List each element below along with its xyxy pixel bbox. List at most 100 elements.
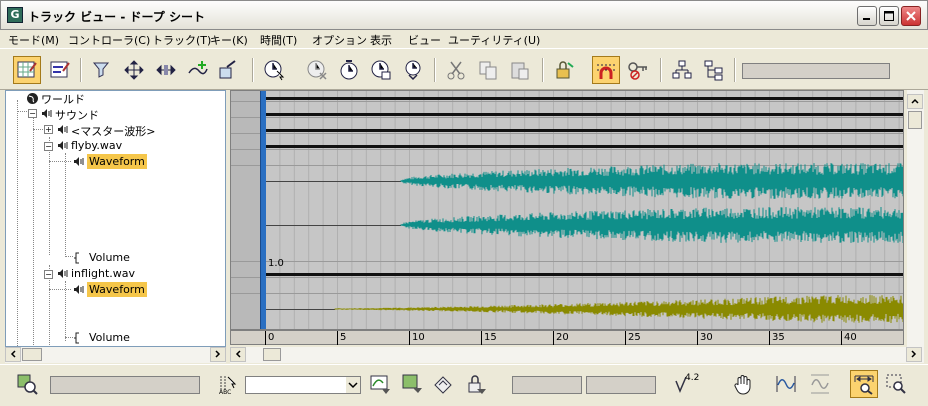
speaker-icon — [74, 157, 84, 166]
add-keys-button[interactable] — [184, 56, 212, 84]
menu-track[interactable]: トラック(T) — [152, 32, 211, 48]
expand-toggle[interactable]: + — [44, 125, 53, 134]
snap-frames-button[interactable] — [592, 56, 620, 84]
collapse-toggle[interactable]: − — [28, 109, 37, 118]
scroll-right-button[interactable] — [210, 347, 226, 362]
scroll-left-button[interactable] — [5, 347, 21, 362]
bottom-toolbar: ABC 4.2 — [0, 364, 928, 406]
tree-item-label: inflight.wav — [71, 267, 136, 280]
cut-button[interactable] — [442, 56, 470, 84]
collapse-toggle[interactable]: − — [44, 270, 53, 279]
slide-keys-button[interactable] — [152, 56, 180, 84]
lock-key-button[interactable] — [624, 56, 652, 84]
track-selection-dropdown[interactable] — [245, 376, 361, 394]
collapse-tree-button[interactable] — [700, 56, 728, 84]
globe-icon — [27, 93, 38, 104]
toolbar-separator — [734, 58, 736, 82]
graph-horizontal-scrollbar[interactable] — [230, 347, 924, 363]
tree-item-label: Waveform — [87, 154, 147, 169]
filters-button[interactable] — [88, 56, 116, 84]
menu-mode[interactable]: モード(M) — [8, 32, 59, 48]
lock-selection-button[interactable] — [550, 56, 578, 84]
track-range-bar[interactable] — [265, 97, 904, 100]
tick-label: 30 — [700, 332, 713, 343]
filter-keys-button[interactable] — [430, 370, 458, 398]
key-time-field[interactable] — [512, 376, 582, 394]
vertical-scrollbar[interactable] — [907, 90, 924, 347]
select-time-button[interactable] — [260, 56, 288, 84]
scroll-thumb[interactable] — [22, 348, 42, 361]
edit-track-name-button[interactable]: ABC — [214, 370, 242, 398]
key-value-readout-button[interactable]: 4.2 — [670, 370, 700, 398]
edit-keys-button[interactable] — [13, 56, 41, 84]
filter-curve-button[interactable] — [366, 370, 394, 398]
scroll-up-button[interactable] — [907, 94, 923, 109]
time-ruler[interactable]: 0 5 10 15 20 25 30 35 40 — [230, 330, 904, 345]
tree-item-waveform-flyby[interactable]: Waveform — [73, 154, 163, 169]
tree-horizontal-scrollbar[interactable] — [5, 347, 226, 363]
maximize-button[interactable] — [879, 6, 899, 26]
paste-button[interactable] — [506, 56, 534, 84]
scroll-left-button[interactable] — [230, 347, 246, 362]
tree-item-label: Waveform — [87, 282, 147, 297]
key-value-label: 4.2 — [685, 373, 700, 383]
object-name-field[interactable] — [50, 376, 200, 394]
speaker-icon — [42, 109, 52, 118]
hierarchy-button[interactable] — [668, 56, 696, 84]
tree-item-label: Volume — [89, 251, 130, 264]
pan-button[interactable] — [730, 370, 758, 398]
track-range-bar[interactable] — [265, 129, 904, 132]
copy-button[interactable] — [474, 56, 502, 84]
tree-item-world[interactable]: ワールド — [26, 91, 116, 106]
zoom-region-button[interactable] — [882, 370, 910, 398]
menu-time[interactable]: 時間(T) — [260, 32, 297, 48]
tree-item-master-waveform[interactable]: <マスター波形> — [57, 123, 167, 138]
tree-item-sound[interactable]: サウンド — [41, 107, 121, 122]
menu-display[interactable]: 表示 — [370, 32, 392, 48]
time-slider[interactable] — [261, 91, 266, 330]
insert-time-button[interactable] — [367, 56, 395, 84]
tree-item-volume-flyby[interactable]: Volume — [73, 251, 143, 265]
scroll-thumb[interactable] — [908, 111, 922, 129]
delete-time-button[interactable] — [303, 56, 331, 84]
menu-bar: モード(M) コントローラ(C) トラック(T) キー(K) 時間(T) オプシ… — [0, 30, 928, 48]
track-range-bar[interactable] — [265, 113, 904, 116]
zoom-horizontal-extents-button[interactable] — [772, 370, 800, 398]
key-value-field[interactable] — [586, 376, 656, 394]
zoom-value-extents-button[interactable] — [806, 370, 834, 398]
volume-value-label: 1.0 — [268, 258, 284, 269]
tree-item-volume-inflight[interactable]: Volume — [73, 331, 143, 345]
scale-keys-button[interactable] — [214, 56, 242, 84]
collapse-toggle[interactable]: − — [44, 142, 53, 151]
filter-locked-button[interactable] — [462, 370, 490, 398]
scroll-right-button[interactable] — [906, 347, 922, 362]
menu-utilities[interactable]: ユーティリティ(U) — [448, 32, 540, 48]
reverse-time-button[interactable] — [335, 56, 363, 84]
svg-text:ABC: ABC — [219, 389, 231, 395]
tree-item-inflight[interactable]: inflight.wav — [57, 267, 147, 281]
tree-item-label: <マスター波形> — [71, 125, 156, 138]
zoom-button[interactable] — [850, 370, 878, 398]
menu-controller[interactable]: コントローラ(C) — [68, 32, 150, 48]
scale-time-button[interactable] — [399, 56, 427, 84]
filter-selected-button[interactable] — [398, 370, 426, 398]
track-range-bar[interactable] — [265, 145, 904, 148]
tick-label: 10 — [412, 332, 425, 343]
dope-sheet-graph[interactable]: 1.0 — [230, 90, 904, 330]
track-range-bar[interactable] — [265, 273, 904, 276]
tree-item-flyby[interactable]: flyby.wav — [57, 139, 147, 153]
zoom-selected-object-button[interactable] — [13, 370, 41, 398]
move-keys-button[interactable] — [120, 56, 148, 84]
toolbar-separator — [80, 58, 82, 82]
minimize-button[interactable] — [857, 6, 877, 26]
tree-item-waveform-inflight[interactable]: Waveform — [73, 282, 163, 297]
scroll-thumb[interactable] — [263, 348, 281, 361]
menu-view[interactable]: ビュー — [408, 32, 441, 48]
toolbar-separator — [660, 58, 662, 82]
dope-sheet-canvas[interactable]: 1.0 — [231, 91, 904, 330]
edit-ranges-button[interactable] — [46, 56, 74, 84]
menu-key[interactable]: キー(K) — [210, 32, 248, 48]
menu-options[interactable]: オプション — [312, 32, 367, 48]
toolbar-name-field[interactable] — [742, 63, 890, 79]
close-button[interactable] — [901, 6, 921, 26]
